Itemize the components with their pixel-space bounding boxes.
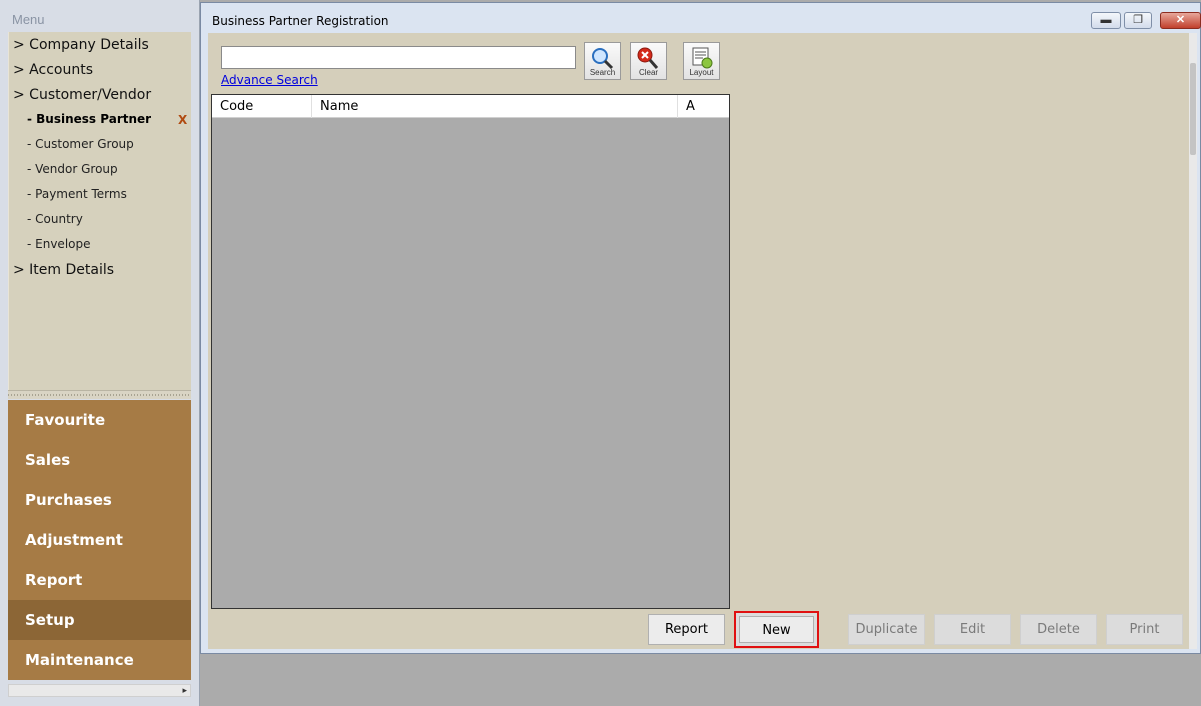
print-button[interactable]: Print — [1106, 614, 1183, 645]
search-input[interactable] — [221, 46, 576, 69]
section-setup[interactable]: Setup — [8, 600, 191, 640]
tree-item-vendor-group[interactable]: - Vendor Group — [27, 158, 118, 180]
column-header-a[interactable]: A — [678, 95, 729, 118]
delete-button[interactable]: Delete — [1020, 614, 1097, 645]
search-button-label: Search — [589, 68, 616, 77]
section-sales[interactable]: Sales — [8, 440, 191, 480]
menu-tree: > Company Details > Accounts > Customer/… — [8, 32, 191, 390]
scrollbar-thumb[interactable] — [1190, 63, 1196, 155]
search-button[interactable]: Search — [584, 42, 621, 80]
tree-item-country[interactable]: - Country — [27, 208, 83, 230]
menu-sections: Favourite Sales Purchases Adjustment Rep… — [8, 400, 191, 681]
new-button[interactable]: New — [734, 611, 819, 648]
menu-horizontal-scrollbar[interactable]: ▸ — [8, 684, 191, 697]
section-maintenance[interactable]: Maintenance — [8, 640, 191, 680]
new-button-label: New — [739, 616, 814, 643]
tree-item-business-partner[interactable]: - Business Partner — [27, 108, 151, 130]
close-button[interactable]: ✕ — [1160, 12, 1201, 29]
tree-item-accounts[interactable]: > Accounts — [13, 59, 93, 81]
menu-splitter[interactable] — [8, 390, 191, 399]
advance-search-link[interactable]: Advance Search — [221, 73, 318, 87]
tree-item-customer-vendor[interactable]: > Customer/Vendor — [13, 84, 151, 106]
menu-title: Menu — [12, 12, 45, 27]
edit-button[interactable]: Edit — [934, 614, 1011, 645]
business-partner-grid[interactable]: Code Name A — [211, 94, 730, 609]
business-partner-window: Business Partner Registration ▬ ❐ ✕ Adva… — [200, 2, 1201, 654]
scroll-right-icon[interactable]: ▸ — [182, 685, 187, 696]
minimize-button[interactable]: ▬ — [1091, 12, 1121, 29]
restore-button[interactable]: ❐ — [1124, 12, 1152, 29]
window-client-area: Advance Search Search Clear Layout Code … — [208, 33, 1189, 649]
tree-item-customer-group[interactable]: - Customer Group — [27, 133, 134, 155]
section-favourite[interactable]: Favourite — [8, 400, 191, 440]
clear-button-label: Clear — [638, 68, 659, 77]
mdi-workspace — [200, 654, 1201, 706]
grid-header: Code Name A — [212, 95, 729, 118]
tree-item-item-details[interactable]: > Item Details — [13, 259, 114, 281]
layout-button-label: Layout — [689, 68, 714, 77]
section-purchases[interactable]: Purchases — [8, 480, 191, 520]
column-header-name[interactable]: Name — [312, 95, 678, 118]
window-vertical-scrollbar[interactable] — [1189, 33, 1197, 649]
menu-pane: Menu > Company Details > Accounts > Cust… — [0, 0, 200, 706]
tree-item-payment-terms[interactable]: - Payment Terms — [27, 183, 127, 205]
close-tab-icon[interactable]: X — [178, 113, 187, 127]
duplicate-button[interactable]: Duplicate — [848, 614, 925, 645]
close-icon: ✕ — [1175, 14, 1186, 26]
restore-icon: ❐ — [1133, 14, 1143, 26]
section-adjustment[interactable]: Adjustment — [8, 520, 191, 560]
clear-button[interactable]: Clear — [630, 42, 667, 80]
tree-item-envelope[interactable]: - Envelope — [27, 233, 91, 255]
column-header-code[interactable]: Code — [212, 95, 312, 118]
window-title: Business Partner Registration — [212, 14, 389, 28]
report-button[interactable]: Report — [648, 614, 725, 645]
minimize-icon: ▬ — [1100, 14, 1112, 26]
section-report[interactable]: Report — [8, 560, 191, 600]
tree-item-company-details[interactable]: > Company Details — [13, 34, 149, 56]
layout-button[interactable]: Layout — [683, 42, 720, 80]
